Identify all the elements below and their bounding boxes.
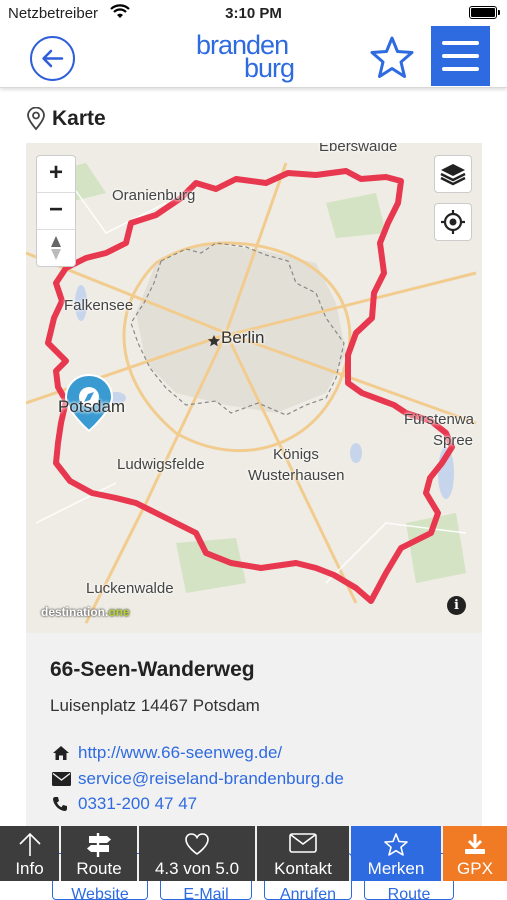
tab-rating-label: 4.3 von 5.0 — [154, 859, 240, 878]
download-icon — [465, 834, 485, 854]
heart-icon — [185, 833, 209, 855]
zoom-in-button[interactable]: + — [37, 156, 75, 193]
north-arrow-icon — [51, 236, 61, 260]
map-pin-icon — [27, 107, 45, 131]
envelope-icon — [289, 833, 317, 853]
website-row: http://www.66-seenweg.de/ — [52, 743, 282, 763]
tab-rating[interactable]: 4.3 von 5.0 — [139, 826, 255, 881]
tab-route[interactable]: Route — [61, 826, 137, 881]
home-icon — [52, 743, 74, 763]
map-label-falkensee: Falkensee — [64, 297, 134, 314]
attribution-accent: one — [108, 605, 130, 619]
email-link[interactable]: service@reiseland-brandenburg.de — [78, 769, 344, 789]
arrow-up-icon — [18, 832, 41, 856]
attribution-text: destination. — [41, 605, 109, 619]
star-icon — [370, 36, 414, 78]
map-label-luckenwalde: Luckenwalde — [86, 580, 174, 597]
hamburger-icon-bar — [442, 54, 479, 58]
hamburger-icon — [442, 41, 479, 45]
map-info-button[interactable]: i — [447, 596, 466, 615]
status-bar: Netzbetreiber 3:10 PM — [0, 0, 507, 28]
tab-bookmark-label: Merken — [367, 859, 425, 878]
app-header: branden burg — [0, 26, 507, 88]
map-label-oranienburg: Oranienburg — [112, 187, 196, 204]
tab-info-label: Info — [15, 859, 44, 878]
star-icon — [384, 833, 408, 856]
brandenburg-logo[interactable]: branden burg — [196, 30, 314, 86]
back-button[interactable] — [30, 36, 75, 81]
north-compass-button[interactable] — [37, 230, 75, 267]
map-attribution[interactable]: destination.one — [41, 605, 130, 619]
zoom-control: + − — [36, 155, 76, 267]
zoom-out-button[interactable]: − — [37, 193, 75, 230]
tab-contact[interactable]: Kontakt — [257, 826, 349, 881]
locate-button[interactable] — [434, 203, 472, 241]
tab-contact-label: Kontakt — [274, 859, 332, 878]
hamburger-icon-bar — [442, 67, 479, 71]
phone-row: 0331-200 47 47 — [52, 794, 197, 814]
tab-gpx-label: GPX — [457, 859, 493, 878]
poi-name: 66-Seen-Wanderweg — [50, 658, 255, 681]
map-canvas[interactable] — [26, 143, 482, 633]
section-heading: Karte — [26, 104, 106, 134]
bottom-tab-bar: Info Route 4.3 von 5.0 Kontakt Merken GP… — [0, 826, 507, 881]
arrow-left-icon — [42, 49, 64, 68]
action-buttons-row: Website E-Mail Anrufen Route — [0, 853, 507, 900]
map-label-potsdam: Potsdam — [58, 397, 126, 416]
tab-route-label: Route — [76, 859, 122, 878]
logo-line-2: burg — [244, 53, 295, 83]
website-link[interactable]: http://www.66-seenweg.de/ — [78, 743, 282, 763]
favorite-button[interactable] — [368, 34, 416, 82]
signpost-icon — [87, 833, 111, 857]
map-label-ludwigsfelde: Ludwigsfelde — [117, 456, 205, 473]
layers-button[interactable] — [434, 155, 472, 193]
tab-gpx[interactable]: GPX — [443, 826, 507, 881]
crosshair-icon — [441, 210, 465, 234]
map-label-eberswalde: Eberswalde — [319, 143, 398, 155]
poi-address: Luisenplatz 14467 Potsdam — [50, 696, 260, 715]
map-label-fuerstenwalde: Fürstenwa — [404, 411, 475, 428]
menu-button[interactable] — [431, 26, 490, 86]
map-label-wusterhausen: Wusterhausen — [248, 467, 345, 484]
envelope-icon — [52, 769, 74, 789]
tab-info[interactable]: Info — [0, 826, 59, 881]
phone-link[interactable]: 0331-200 47 47 — [78, 794, 197, 814]
layers-icon — [440, 164, 466, 186]
map-label-spree: Spree — [433, 432, 474, 449]
section-title: Karte — [52, 107, 106, 130]
email-row: service@reiseland-brandenburg.de — [52, 769, 344, 789]
status-time: 3:10 PM — [225, 5, 282, 22]
phone-icon — [52, 794, 74, 814]
route-map[interactable]: Eberswalde Oranienburg Falkensee Berlin … — [26, 143, 482, 633]
tab-bookmark[interactable]: Merken — [351, 826, 441, 881]
battery-icon — [469, 6, 500, 19]
map-label-koenigs: Königs — [273, 446, 319, 463]
map-label-berlin: Berlin — [221, 328, 265, 347]
